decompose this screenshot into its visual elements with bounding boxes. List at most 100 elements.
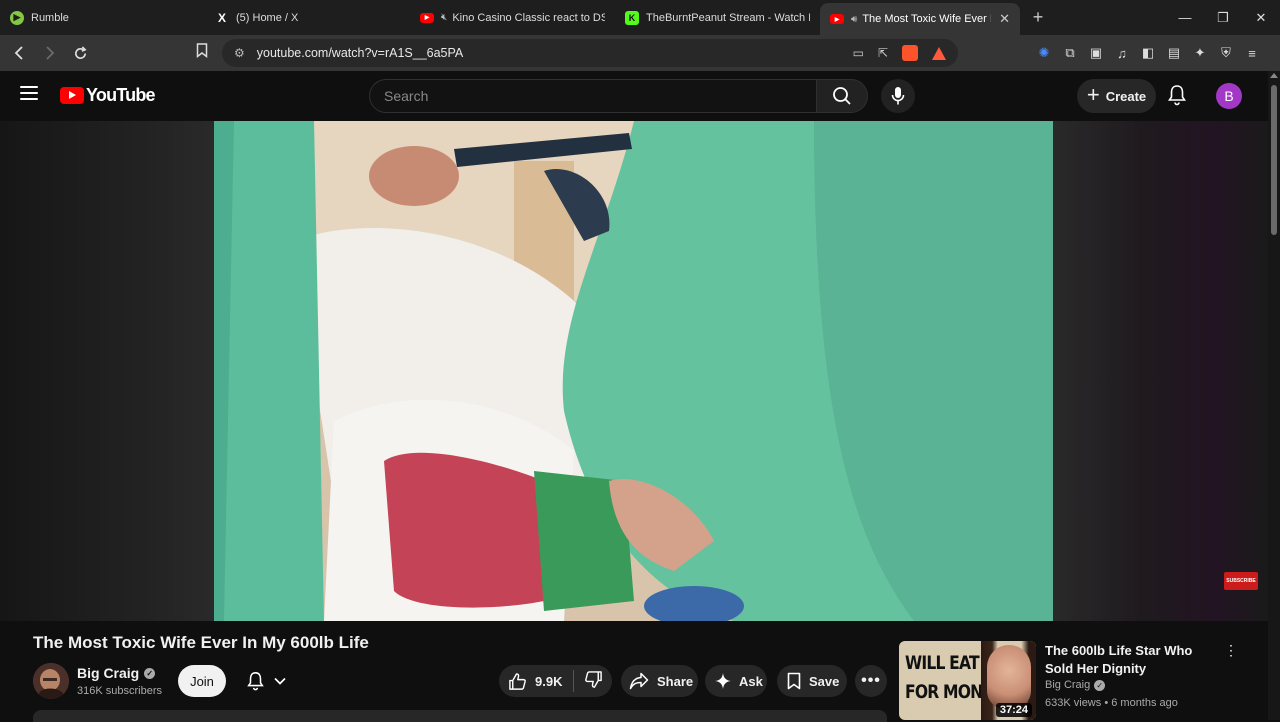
save-bookmark-icon bbox=[787, 672, 801, 690]
notifications-button[interactable] bbox=[1168, 84, 1186, 111]
thumbs-up-icon bbox=[509, 672, 526, 690]
tab-title: The Most Toxic Wife Ever In My bbox=[862, 13, 991, 25]
chevron-down-icon bbox=[273, 677, 286, 685]
upload-age: 6 months ago bbox=[1111, 697, 1178, 709]
restore-icon[interactable]: ❐ bbox=[1204, 0, 1242, 35]
vpn-icon[interactable]: ⛨ bbox=[1218, 45, 1234, 61]
recommendation-thumbnail[interactable]: WILL EAT FOR MONEY 37:24 bbox=[899, 641, 1036, 720]
share-page-icon[interactable]: ⇱ bbox=[878, 46, 888, 60]
account-avatar[interactable]: B bbox=[1216, 83, 1242, 109]
window-controls: — ❐ ✕ bbox=[1166, 0, 1280, 35]
extension-globe-icon[interactable]: ✺ bbox=[1036, 45, 1052, 61]
share-label: Share bbox=[657, 673, 694, 689]
scrollbar-thumb[interactable] bbox=[1271, 85, 1277, 235]
recommendation-channel-name[interactable]: Big Craig bbox=[1045, 679, 1090, 691]
new-tab-button[interactable]: + bbox=[1020, 0, 1056, 35]
verified-icon: ✓ bbox=[1094, 679, 1106, 691]
more-actions-button[interactable]: ••• bbox=[855, 665, 887, 697]
forward-button[interactable] bbox=[37, 39, 62, 67]
forward-arrow-icon bbox=[45, 46, 54, 60]
like-button[interactable]: 9.9K bbox=[499, 665, 562, 697]
subscribe-watermark[interactable]: SUBSCRIBE bbox=[1224, 572, 1258, 590]
share-arrow-icon bbox=[629, 672, 649, 690]
channel-avatar[interactable] bbox=[33, 663, 69, 699]
brave-shields-icon[interactable] bbox=[902, 45, 918, 61]
extensions-area: ✺ ⧉ ▣ ♫ ◧ ▤ ✦ ⛨ ≡ bbox=[1036, 35, 1260, 71]
rumble-icon: ▶ bbox=[10, 10, 24, 25]
tab-kino-casino[interactable]: ▶ 🔇︎ Kino Casino Classic react to DSPG bbox=[410, 0, 615, 35]
minimize-icon[interactable]: — bbox=[1166, 0, 1204, 35]
video-player[interactable] bbox=[214, 121, 1053, 621]
recommendation-meta: 633K views • 6 months ago bbox=[1045, 697, 1178, 709]
youtube-logo[interactable]: YouTube bbox=[60, 85, 156, 106]
youtube-wordmark: YouTube bbox=[86, 85, 156, 105]
guide-menu-icon[interactable] bbox=[20, 86, 38, 100]
browser-menu-icon[interactable]: ≡ bbox=[1244, 45, 1260, 61]
extensions-puzzle-icon[interactable]: ⧉ bbox=[1062, 45, 1078, 61]
recommendation-menu-icon[interactable]: ⋮ bbox=[1224, 643, 1238, 657]
like-divider bbox=[573, 670, 575, 692]
channel-name-link[interactable]: Big Craig ✓ bbox=[77, 665, 156, 681]
more-horizontal-icon: ••• bbox=[861, 672, 881, 689]
subscriber-count: 316K subscribers bbox=[77, 685, 162, 697]
cast-icon[interactable]: ▭ bbox=[853, 46, 864, 60]
description-box[interactable] bbox=[33, 710, 887, 722]
recommendation-title[interactable]: The 600lb Life Star Who Sold Her Dignity bbox=[1045, 642, 1215, 678]
x-icon: X bbox=[217, 10, 226, 25]
browser-toolbar: ⚙︎ youtube.com/watch?v=rA1S__6a5PA ▭ ⇱ ✺… bbox=[0, 35, 1280, 71]
youtube-icon: ▶ bbox=[830, 14, 844, 24]
url-bar[interactable]: ⚙︎ youtube.com/watch?v=rA1S__6a5PA ▭ ⇱ bbox=[222, 39, 958, 67]
audio-playing-icon[interactable]: 🔊︎ bbox=[851, 14, 857, 25]
ask-button[interactable]: Ask bbox=[705, 665, 767, 697]
thumbs-down-icon bbox=[585, 671, 603, 688]
create-button[interactable]: + Create bbox=[1077, 79, 1156, 113]
voice-search-button[interactable] bbox=[881, 79, 915, 113]
youtube-icon: ▶ bbox=[420, 12, 434, 23]
video-title: The Most Toxic Wife Ever In My 600lb Lif… bbox=[33, 633, 369, 652]
scroll-up-icon[interactable] bbox=[1270, 73, 1278, 78]
reload-button[interactable] bbox=[68, 39, 93, 67]
video-duration: 37:24 bbox=[995, 703, 1032, 717]
search-button[interactable] bbox=[816, 79, 868, 113]
tab-active-video[interactable]: ▶ 🔊︎ The Most Toxic Wife Ever In My ✕ bbox=[820, 3, 1020, 35]
bookmark-shape bbox=[196, 43, 208, 59]
channel-avatar-image bbox=[33, 663, 69, 699]
meta-separator: • bbox=[1101, 697, 1112, 709]
muted-icon[interactable]: 🔇︎ bbox=[441, 12, 447, 23]
media-music-icon[interactable]: ♫ bbox=[1114, 45, 1130, 61]
bookmark-icon[interactable] bbox=[196, 43, 208, 61]
channel-name[interactable]: Big Craig bbox=[77, 665, 139, 681]
bell-icon bbox=[246, 672, 264, 691]
tab-rumble[interactable]: ▶ Rumble bbox=[0, 0, 205, 35]
like-count: 9.9K bbox=[535, 673, 563, 689]
microphone-icon bbox=[891, 87, 905, 105]
subscription-bell-button[interactable] bbox=[236, 665, 296, 697]
view-count: 633K views bbox=[1045, 697, 1102, 709]
close-window-icon[interactable]: ✕ bbox=[1242, 0, 1280, 35]
join-button[interactable]: Join bbox=[178, 665, 226, 697]
site-settings-icon[interactable]: ⚙︎ bbox=[234, 46, 245, 60]
bell-icon bbox=[1168, 85, 1186, 106]
screenshot-icon[interactable]: ▣ bbox=[1088, 45, 1104, 61]
youtube-play-icon bbox=[60, 87, 84, 104]
recommendation-channel[interactable]: Big Craig ✓ bbox=[1045, 679, 1106, 691]
tab-x-home[interactable]: X (5) Home / X bbox=[205, 0, 410, 35]
tab-burntpeanut[interactable]: K TheBurntPeanut Stream - Watch Live bbox=[615, 0, 820, 35]
page-scrollbar[interactable] bbox=[1268, 71, 1280, 720]
dislike-button[interactable] bbox=[584, 670, 603, 692]
like-dislike-group: 9.9K bbox=[499, 665, 612, 697]
save-button[interactable]: Save bbox=[777, 665, 847, 697]
ask-label: Ask bbox=[739, 673, 763, 689]
leo-ai-icon[interactable]: ✦ bbox=[1192, 45, 1208, 61]
sidebar-icon[interactable]: ◧ bbox=[1140, 45, 1156, 61]
brave-rewards-icon[interactable] bbox=[932, 46, 946, 60]
thumbnail-text-line1: WILL EAT bbox=[905, 652, 980, 674]
url-text[interactable]: youtube.com/watch?v=rA1S__6a5PA bbox=[257, 46, 464, 60]
wallet-icon[interactable]: ▤ bbox=[1166, 45, 1182, 61]
search-input[interactable]: Search bbox=[369, 79, 816, 113]
reload-icon bbox=[75, 45, 87, 59]
share-button[interactable]: Share bbox=[621, 665, 698, 697]
close-tab-icon[interactable]: ✕ bbox=[999, 11, 1010, 27]
back-button[interactable] bbox=[6, 39, 31, 67]
create-label: Create bbox=[1105, 88, 1147, 104]
